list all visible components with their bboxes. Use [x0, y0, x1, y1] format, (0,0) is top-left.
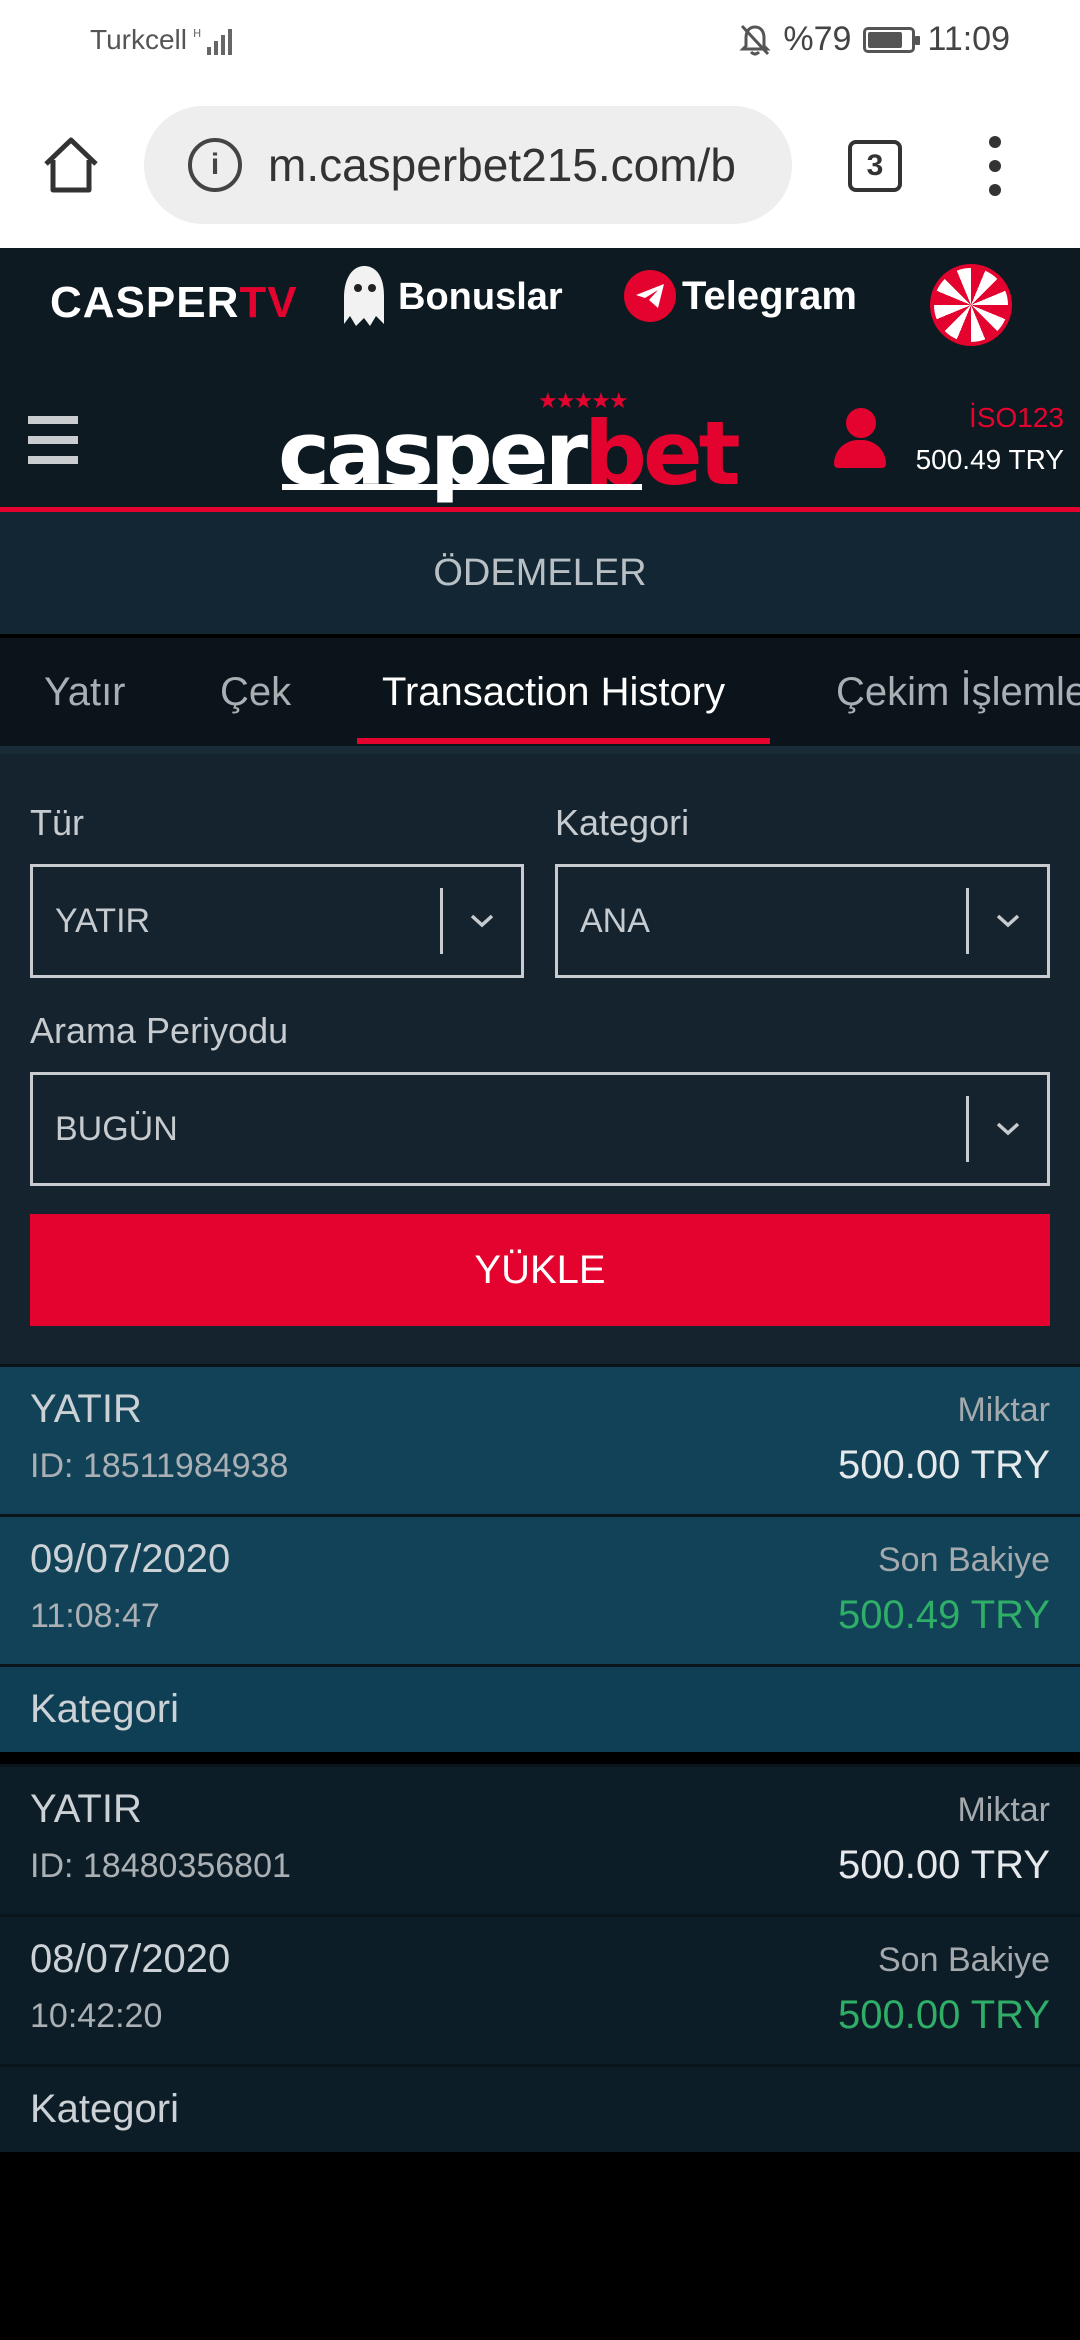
transaction-row: YATIR ID: 18480356801 Miktar 500.00 TRY	[0, 1764, 1080, 1914]
telegram-label: Telegram	[682, 273, 857, 318]
chevron-down-icon	[969, 1075, 1047, 1183]
type-select-value: YATIR	[55, 901, 151, 940]
category-label: Kategori	[30, 1687, 179, 1731]
telegram-link[interactable]: Telegram	[624, 270, 857, 322]
casperbet-logo[interactable]: ★★★★★ casperbet	[278, 384, 741, 505]
period-label: Arama Periyodu	[30, 1010, 289, 1051]
load-button[interactable]: YÜKLE	[30, 1214, 1050, 1326]
browser-toolbar: i m.casperbet215.com/b 3	[0, 82, 1080, 248]
bonus-link[interactable]: Bonuslar	[336, 262, 563, 332]
balance-label: Son Bakiye	[878, 1941, 1050, 1979]
user-balance: 500.49 TRY	[915, 444, 1064, 475]
address-bar[interactable]: i m.casperbet215.com/b	[144, 106, 792, 224]
fortune-wheel-icon[interactable]	[930, 264, 1012, 346]
transaction-time: 11:08:47	[30, 1597, 160, 1635]
carrier-name: Turkcell	[90, 24, 187, 55]
logo-underline	[282, 484, 642, 490]
transaction-balance: 500.49 TRY	[837, 1593, 1050, 1637]
transaction-balance: 500.00 TRY	[837, 1993, 1050, 2037]
tab-deposit[interactable]: Yatır	[44, 638, 126, 746]
category-select[interactable]: ANA	[555, 864, 1050, 978]
transaction-id: ID: 18480356801	[30, 1847, 291, 1885]
username[interactable]: İSO123	[969, 402, 1064, 434]
url-text: m.casperbet215.com/b	[268, 139, 736, 191]
page-title: ÖDEMELER	[0, 512, 1080, 634]
tab-withdrawal-transactions[interactable]: Çekim İşlemleri	[836, 638, 1080, 746]
transaction-id: ID: 18511984938	[30, 1447, 289, 1485]
type-label: Tür	[30, 802, 84, 843]
category-label: Kategori	[30, 2087, 179, 2131]
transaction-type: YATIR	[30, 1787, 142, 1831]
transaction-time: 10:42:20	[30, 1997, 163, 2035]
category-select-value: ANA	[580, 901, 650, 940]
amount-label: Miktar	[957, 1791, 1050, 1829]
payment-tabs: Yatır Çek Transaction History Çekim İşle…	[0, 638, 1080, 746]
transaction-date: 08/07/2020	[30, 1937, 231, 1981]
clock: 11:09	[927, 20, 1010, 58]
transaction-list: YATIR ID: 18511984938 Miktar 500.00 TRY …	[0, 1364, 1080, 2152]
casper-tv-link[interactable]: CASPERTV	[50, 278, 298, 328]
chevron-down-icon	[443, 867, 521, 975]
overflow-menu-icon[interactable]	[985, 136, 1005, 196]
active-tab-indicator	[357, 738, 770, 744]
transaction-amount: 500.00 TRY	[837, 1443, 1050, 1487]
transaction-category-row[interactable]: Kategori	[0, 1664, 1080, 1752]
ghost-icon	[344, 266, 384, 326]
battery-icon	[863, 26, 921, 53]
transaction-type: YATIR	[30, 1387, 142, 1431]
transaction-date: 09/07/2020	[30, 1537, 231, 1581]
hamburger-menu-icon[interactable]	[28, 416, 78, 464]
battery-percent: %79	[783, 20, 852, 58]
amount-label: Miktar	[957, 1391, 1050, 1429]
transaction-row: 09/07/2020 11:08:47 Son Bakiye 500.49 TR…	[0, 1514, 1080, 1664]
casper-tv-accent: TV	[239, 278, 298, 327]
promo-bar: CASPERTV Bonuslar Telegram	[0, 248, 1080, 364]
chevron-down-icon	[969, 867, 1047, 975]
status-bar: Turkcell H %79 11:09	[0, 0, 1080, 82]
category-label: Kategori	[555, 802, 690, 843]
info-icon[interactable]: i	[188, 138, 242, 192]
tab-transaction-history[interactable]: Transaction History	[382, 638, 725, 746]
mute-notifications-icon	[739, 24, 771, 55]
bonus-label: Bonuslar	[398, 275, 563, 318]
status-right: %79 11:09	[739, 20, 1010, 59]
battery-level	[868, 31, 902, 48]
telegram-icon	[624, 270, 676, 322]
tab-divider	[0, 746, 1080, 754]
home-icon[interactable]	[38, 132, 104, 198]
balance-label: Son Bakiye	[878, 1541, 1050, 1579]
transaction-category-row[interactable]: Kategori	[0, 2064, 1080, 2152]
period-select[interactable]: BUGÜN	[30, 1072, 1050, 1186]
svg-text:H: H	[193, 27, 201, 40]
carrier: Turkcell H	[90, 24, 239, 56]
type-select[interactable]: YATIR	[30, 864, 524, 978]
period-select-value: BUGÜN	[55, 1109, 178, 1148]
transaction-row: 08/07/2020 10:42:20 Son Bakiye 500.00 TR…	[0, 1914, 1080, 2064]
tab-withdraw[interactable]: Çek	[220, 638, 291, 746]
user-icon[interactable]	[832, 408, 888, 470]
transaction-row: YATIR ID: 18511984938 Miktar 500.00 TRY	[0, 1364, 1080, 1514]
casper-tv-main: CASPER	[50, 278, 240, 327]
tab-switcher-button[interactable]: 3	[848, 140, 902, 192]
transaction-amount: 500.00 TRY	[837, 1843, 1050, 1887]
signal-icon: H	[193, 27, 232, 55]
site-header: ★★★★★ casperbet İSO123 500.49 TRY	[0, 364, 1080, 512]
